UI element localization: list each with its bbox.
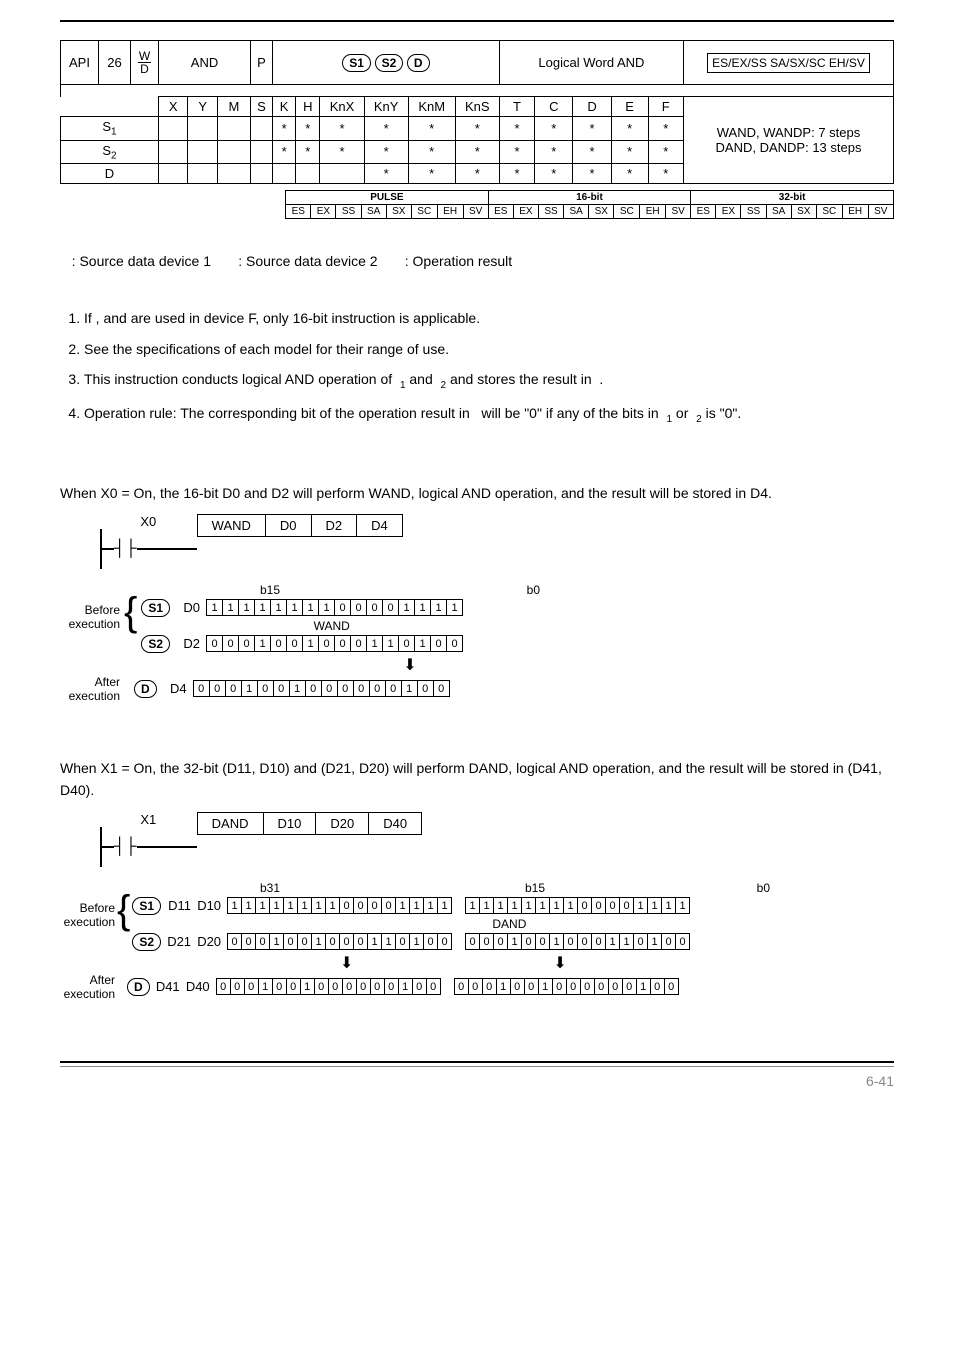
- oval-d: D: [407, 54, 430, 72]
- col-KnM: KnM: [408, 97, 455, 117]
- wd-frac: W D: [138, 50, 151, 75]
- page-number: 6-41: [60, 1073, 894, 1089]
- func-label: Logical Word AND: [538, 55, 644, 70]
- exp-4: Operation rule: The corresponding bit of…: [84, 402, 894, 428]
- col-Y: Y: [188, 97, 217, 117]
- exp-1: If , and are used in device F, only 16-b…: [84, 307, 894, 329]
- pulse-table: PULSE 16-bit 32-bit ESEXSSSASXSCEHSVESEX…: [285, 190, 894, 219]
- col-T: T: [499, 97, 534, 117]
- ladder2: X1 ┤├ DAND D10 D20 D40: [100, 812, 894, 867]
- oval-s2: S2: [375, 54, 404, 72]
- compat-box: ES/EX/SS SA/SX/SC EH/SV: [707, 53, 870, 73]
- example2-text: When X1 = On, the 32-bit (D11, D10) and …: [60, 757, 894, 802]
- exp-2: See the specifications of each model for…: [84, 338, 894, 360]
- after-label: After execution: [60, 675, 120, 703]
- col-KnX: KnX: [320, 97, 364, 117]
- col-F: F: [648, 97, 683, 117]
- api-label: API: [69, 55, 90, 70]
- ladder1: X0 ┤├ WAND D0 D2 D4: [100, 514, 894, 569]
- exp-3: This instruction conducts logical AND op…: [84, 368, 894, 394]
- col-X: X: [159, 97, 188, 117]
- col-C: C: [535, 97, 573, 117]
- oval-s1: S1: [342, 54, 371, 72]
- instruction-table: API 26 W D AND P S1 S2 D Logical Word AN…: [60, 40, 894, 184]
- col-K: K: [273, 97, 296, 117]
- col-M: M: [217, 97, 250, 117]
- col-S: S: [251, 97, 273, 117]
- api-num: 26: [107, 55, 121, 70]
- col-KnS: KnS: [455, 97, 499, 117]
- explanations-list: If , and are used in device F, only 16-b…: [60, 307, 894, 427]
- col-KnY: KnY: [364, 97, 408, 117]
- mnemonic: AND: [191, 55, 218, 70]
- operands-desc: : Source data device 1 : Source data dev…: [60, 253, 894, 269]
- before-label: Before execution: [60, 597, 120, 631]
- col-H: H: [296, 97, 320, 117]
- example1-text: When X0 = On, the 16-bit D0 and D2 will …: [60, 482, 894, 504]
- col-D: D: [573, 97, 611, 117]
- steps-2: DAND, DANDP: 13 steps: [688, 140, 889, 155]
- footer: 6-41: [60, 1061, 894, 1089]
- steps-1: WAND, WANDP: 7 steps: [688, 125, 889, 140]
- header-rule: [60, 20, 894, 22]
- col-E: E: [611, 97, 648, 117]
- p-flag: P: [257, 55, 266, 70]
